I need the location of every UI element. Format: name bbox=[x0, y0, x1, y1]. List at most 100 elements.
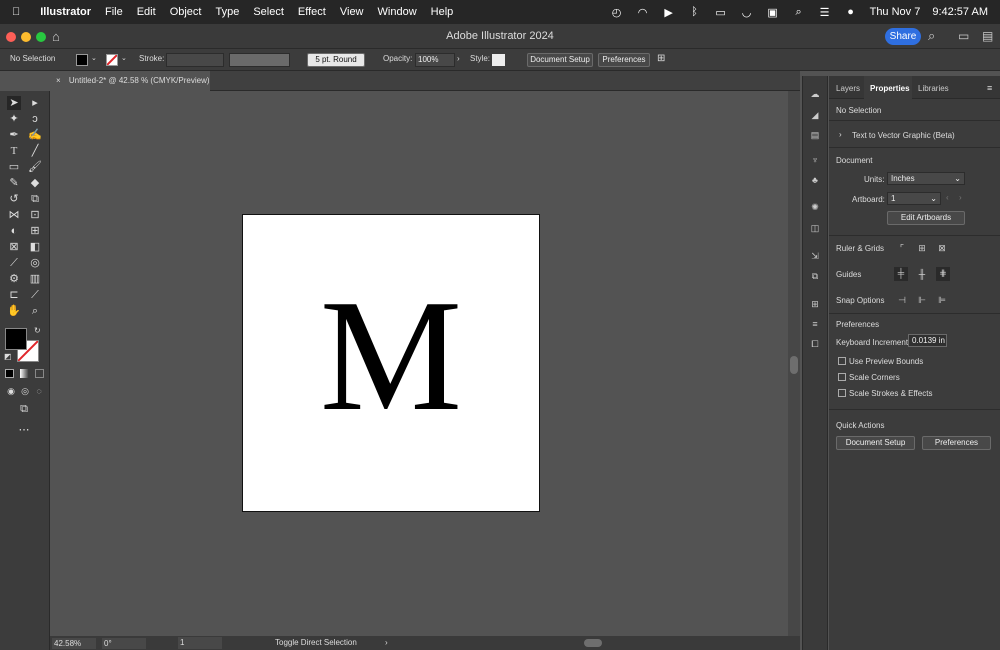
variable-width-profile[interactable] bbox=[229, 53, 290, 67]
close-tab-icon[interactable]: × bbox=[56, 76, 61, 85]
align-icon[interactable]: ≡ bbox=[809, 318, 821, 330]
symbols-club-icon[interactable]: ♣ bbox=[809, 174, 821, 186]
fill-swatch[interactable] bbox=[76, 54, 88, 66]
text-to-vector-section[interactable]: Text to Vector Graphic (Beta) bbox=[852, 131, 955, 140]
artboard-select[interactable]: 1 ⌄ bbox=[887, 192, 941, 205]
mesh-tool-icon[interactable]: ⊠ bbox=[7, 240, 21, 254]
swatches-icon[interactable]: ◫ bbox=[809, 222, 821, 234]
menu-window[interactable]: Window bbox=[378, 6, 417, 18]
arrange-icon[interactable]: ⊞ bbox=[657, 53, 665, 64]
draw-inside-icon[interactable]: ◌ bbox=[32, 384, 46, 398]
lock-guides-icon[interactable]: ╫ bbox=[916, 268, 928, 280]
shape-builder-tool-icon[interactable]: ◐ bbox=[7, 224, 21, 238]
horizontal-scroll-thumb[interactable] bbox=[584, 639, 602, 647]
artboard[interactable]: M bbox=[242, 214, 540, 512]
clock-icon[interactable]: ◴ bbox=[610, 5, 624, 19]
fill-color-front[interactable] bbox=[5, 328, 27, 350]
next-artboard-icon[interactable]: › bbox=[959, 193, 962, 202]
opacity-arrow-icon[interactable]: › bbox=[457, 54, 460, 63]
vertical-scroll-thumb[interactable] bbox=[790, 356, 798, 374]
paintbrush-tool-icon[interactable]: 🖌 bbox=[28, 160, 42, 174]
bluetooth-icon[interactable]: ᛒ bbox=[688, 5, 702, 19]
menubar-time[interactable]: 9:42:57 AM bbox=[932, 6, 988, 18]
shaper-tool-icon[interactable]: ✎ bbox=[7, 176, 21, 190]
smart-guides-icon[interactable]: ⋕ bbox=[936, 267, 950, 281]
rulers-icon[interactable]: ⌜ bbox=[896, 242, 908, 254]
screen-mode-icon[interactable]: ⧉ bbox=[17, 402, 31, 416]
scale-tool-icon[interactable]: ⧉ bbox=[28, 192, 42, 206]
draw-behind-icon[interactable]: ◎ bbox=[18, 384, 32, 398]
search-icon[interactable]: ⌕ bbox=[928, 28, 935, 44]
menu-object[interactable]: Object bbox=[170, 6, 202, 18]
tab-libraries[interactable]: Libraries bbox=[918, 84, 949, 93]
color-mode-icon[interactable] bbox=[5, 369, 14, 378]
transform-icon[interactable]: ⊞ bbox=[809, 298, 821, 310]
previous-artboard-icon[interactable]: ‹ bbox=[946, 193, 949, 202]
pen-tool-icon[interactable]: ✒ bbox=[7, 128, 21, 142]
wifi-icon[interactable]: ◡ bbox=[740, 5, 754, 19]
display-icon[interactable]: ▣ bbox=[766, 5, 780, 19]
default-colors-icon[interactable]: ◩ bbox=[4, 352, 12, 361]
workspace-switcher-icon[interactable]: ▤ bbox=[982, 29, 993, 43]
edit-artboards-button[interactable]: Edit Artboards bbox=[887, 211, 965, 225]
rotation-field[interactable]: 0° bbox=[102, 638, 146, 649]
slice-tool-icon[interactable]: ⟋ bbox=[28, 288, 42, 302]
menubar-date[interactable]: Thu Nov 7 bbox=[870, 6, 921, 18]
magic-wand-tool-icon[interactable]: ✦ bbox=[7, 112, 21, 126]
stroke-weight-field[interactable] bbox=[166, 53, 224, 67]
play-icon[interactable]: ▶ bbox=[662, 5, 676, 19]
curvature-tool-icon[interactable]: ✍ bbox=[28, 128, 42, 142]
export-icon[interactable]: ⇲ bbox=[809, 250, 821, 262]
gradient-mode-icon[interactable] bbox=[20, 369, 29, 378]
graph-tool-icon[interactable]: ▥ bbox=[28, 272, 42, 286]
color-wheel-icon[interactable]: ✺ bbox=[809, 201, 821, 213]
zoom-level-field[interactable]: 42.58% bbox=[52, 638, 96, 649]
rectangle-tool-icon[interactable]: ▭ bbox=[7, 160, 21, 174]
layers-stack-icon[interactable]: ▤ bbox=[809, 129, 821, 141]
opacity-field[interactable]: 100% bbox=[415, 53, 455, 67]
eyedropper-tool-icon[interactable]: ⟋ bbox=[7, 256, 21, 270]
menu-help[interactable]: Help bbox=[431, 6, 454, 18]
document-setup-button[interactable]: Document Setup bbox=[527, 53, 593, 67]
panel-menu-icon[interactable]: ≡ bbox=[987, 83, 992, 93]
rotate-tool-icon[interactable]: ↺ bbox=[7, 192, 21, 206]
brushes-icon[interactable]: ♆ bbox=[809, 154, 821, 166]
more-tools-icon[interactable]: ⋯ bbox=[17, 423, 31, 437]
stroke-swatch[interactable] bbox=[106, 54, 118, 66]
perspective-grid-tool-icon[interactable]: ⊞ bbox=[28, 224, 42, 238]
units-select[interactable]: Inches ⌄ bbox=[887, 172, 965, 185]
menu-edit[interactable]: Edit bbox=[137, 6, 156, 18]
stroke-dropdown-icon[interactable]: ⌄ bbox=[121, 54, 127, 62]
swap-colors-icon[interactable]: ↻ bbox=[34, 326, 41, 335]
arrange-documents-icon[interactable]: ▭ bbox=[958, 29, 969, 43]
style-swatch[interactable] bbox=[492, 54, 505, 66]
artboard-navigator-field[interactable]: 1 bbox=[178, 637, 222, 649]
zoom-tool-icon[interactable]: ⌕ bbox=[28, 304, 42, 318]
selection-tool-icon[interactable]: ➤ bbox=[7, 96, 21, 110]
artboard-tool-icon[interactable]: ⊏ bbox=[7, 288, 21, 302]
tab-properties[interactable]: Properties bbox=[870, 84, 910, 93]
libraries-cloud-icon[interactable]: ☁ bbox=[809, 88, 821, 100]
direct-selection-tool-icon[interactable]: ▸ bbox=[28, 96, 42, 110]
tab-layers[interactable]: Layers bbox=[836, 84, 860, 93]
menu-type[interactable]: Type bbox=[215, 6, 239, 18]
use-preview-bounds-checkbox[interactable] bbox=[838, 357, 846, 365]
expand-chevron-icon[interactable]: › bbox=[839, 130, 842, 139]
show-guides-icon[interactable]: ╪ bbox=[894, 267, 908, 281]
keyboard-increment-field[interactable]: 0.0139 in bbox=[908, 334, 947, 347]
none-mode-icon[interactable] bbox=[35, 369, 44, 378]
pathfinder-icon[interactable]: ⧠ bbox=[809, 338, 821, 350]
artboards-icon[interactable]: ⧉ bbox=[809, 270, 821, 282]
lasso-tool-icon[interactable]: ↄ bbox=[28, 112, 42, 126]
quick-preferences-button[interactable]: Preferences bbox=[922, 436, 991, 450]
free-transform-tool-icon[interactable]: ⊡ bbox=[28, 208, 42, 222]
siri-icon[interactable]: ● bbox=[844, 5, 858, 19]
scale-strokes-checkbox[interactable] bbox=[838, 389, 846, 397]
width-tool-icon[interactable]: ⋈ bbox=[7, 208, 21, 222]
scale-corners-checkbox[interactable] bbox=[838, 373, 846, 381]
headphones-icon[interactable]: ◠ bbox=[636, 5, 650, 19]
menu-effect[interactable]: Effect bbox=[298, 6, 326, 18]
status-arrow-icon[interactable]: › bbox=[385, 638, 388, 647]
snap-to-point-icon[interactable]: ⊣ bbox=[896, 294, 908, 306]
brush-definition[interactable]: 5 pt. Round bbox=[307, 53, 365, 67]
